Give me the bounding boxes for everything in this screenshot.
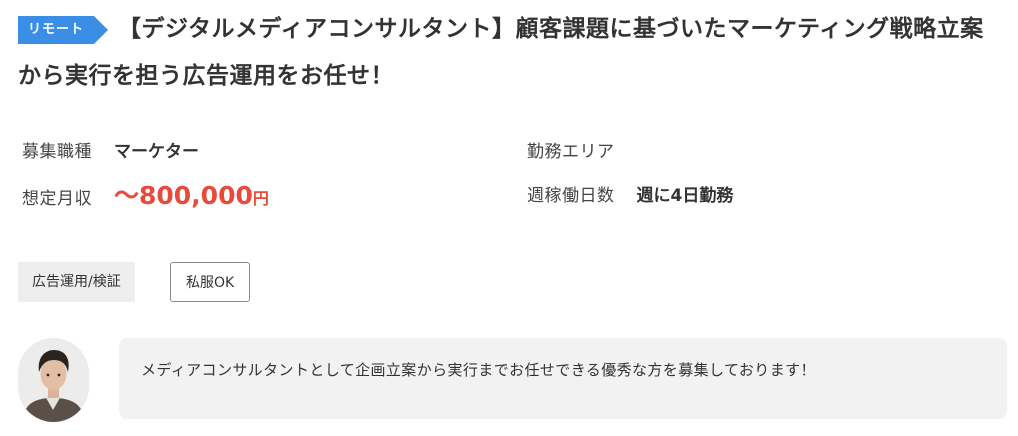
category-row: 募集職種 マーケター (22, 137, 199, 162)
workdays-row: 週稼働日数 週に4日勤務 (527, 181, 733, 206)
tag-casual-dress[interactable]: 私服OK (170, 262, 251, 302)
recruiter-message: メディアコンサルタントとして企画立案から実行までお任せできる優秀な方を募集してお… (141, 361, 816, 379)
job-title[interactable]: 【デジタルメディアコンサルタント】顧客課題に基づいたマーケティング戦略立案から実… (18, 16, 984, 89)
person-photo-icon (18, 338, 89, 422)
recruiter-message-box: メディアコンサルタントとして企画立案から実行までお任せできる優秀な方を募集してお… (119, 338, 1007, 419)
job-header: リモート 【デジタルメディアコンサルタント】顧客課題に基づいたマーケティング戦略立… (18, 6, 1003, 100)
recruiter-avatar (18, 338, 89, 422)
tag-ad-operation[interactable]: 広告運用/検証 (18, 262, 135, 302)
workdays-label: 週稼働日数 (527, 186, 615, 206)
area-row: 勤務エリア (527, 137, 615, 162)
salary-row: 想定月収 〜800,000円 (22, 176, 269, 212)
category-label: 募集職種 (22, 142, 92, 162)
remote-badge: リモート (18, 16, 109, 44)
area-label: 勤務エリア (527, 142, 615, 162)
salary-value: 〜800,000 (114, 181, 253, 210)
category-value: マーケター (114, 142, 199, 162)
workdays-value: 週に4日勤務 (636, 186, 734, 206)
salary-unit: 円 (252, 189, 269, 208)
salary-label: 想定月収 (22, 189, 92, 209)
job-title-heading[interactable]: リモート 【デジタルメディアコンサルタント】顧客課題に基づいたマーケティング戦略立… (18, 6, 1003, 100)
